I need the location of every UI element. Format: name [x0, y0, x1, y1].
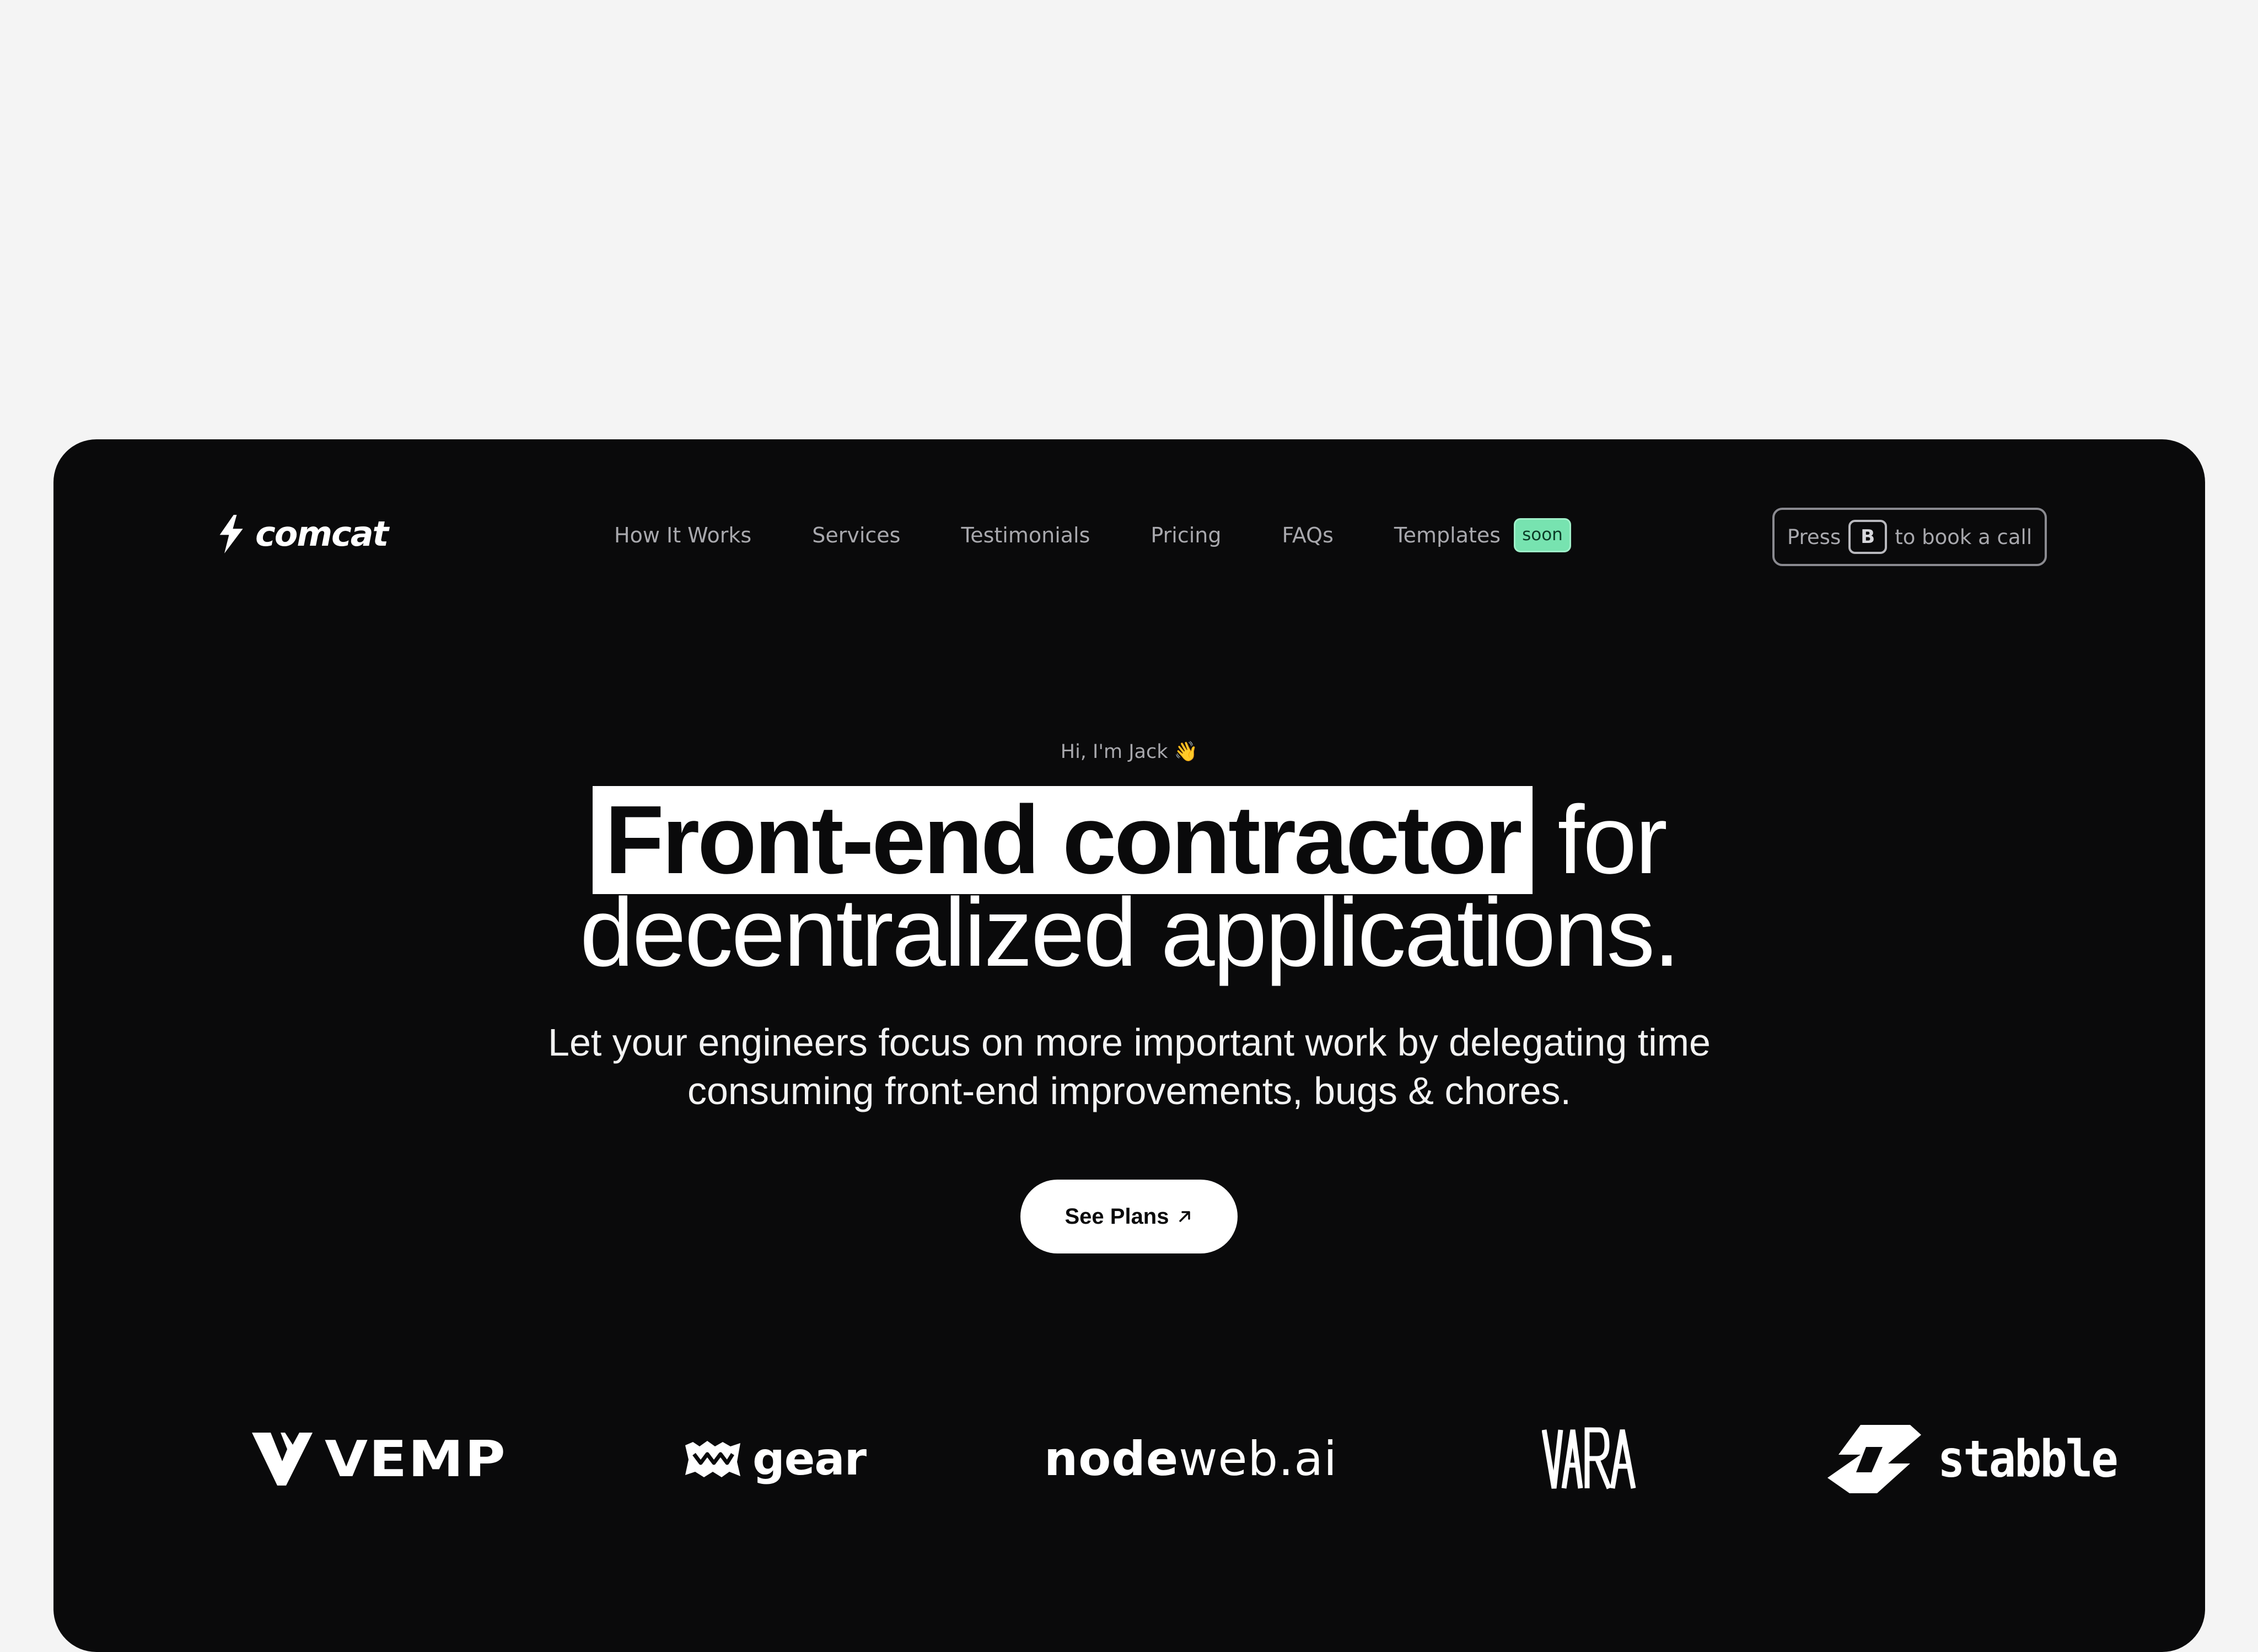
vemp-mark-icon [252, 1433, 313, 1486]
arrow-up-right-icon [1179, 1211, 1190, 1222]
vara-logo [1542, 1415, 1637, 1503]
headline-highlight: Front-end contractor [593, 786, 1533, 894]
vemp-wordmark: VEMP [325, 1430, 507, 1488]
nav-link-faqs[interactable]: FAQs [1282, 525, 1333, 546]
nav-link-templates[interactable]: Templates [1394, 525, 1501, 546]
stabble-mark-icon [1827, 1425, 1921, 1493]
nav-item-templates[interactable]: Templates soon [1394, 518, 1571, 552]
gear-mark-icon [685, 1441, 740, 1477]
gear-wordmark: gear [752, 1433, 867, 1486]
nav-link-services[interactable]: Services [812, 525, 900, 546]
vemp-logo: VEMP [252, 1415, 506, 1503]
nav-link-pricing[interactable]: Pricing [1150, 525, 1221, 546]
soon-badge: soon [1514, 518, 1571, 552]
brand-logo-link[interactable]: comcat [217, 512, 389, 556]
main-nav: How It Works Services Testimonials Prici… [614, 518, 1571, 552]
nodeweb-logo: nodeweb.ai [1044, 1415, 1337, 1503]
see-plans-label: See Plans [1065, 1204, 1169, 1229]
stabble-logo: stabble [1827, 1415, 2119, 1503]
headline-line2: decentralized applications. [579, 879, 1680, 987]
gear-logo: gear [683, 1415, 867, 1503]
hero-headline: Front-end contractor for decentralized a… [53, 786, 2205, 981]
hero-subheadline: Let your engineers focus on more importa… [53, 1018, 2205, 1115]
brand-name: comcat [255, 514, 389, 554]
stabble-wordmark: stabble [1938, 1429, 2119, 1489]
headline-rest-line1: for [1532, 786, 1667, 894]
see-plans-button[interactable]: See Plans [1020, 1180, 1238, 1253]
nodeweb-wordmark: nodeweb.ai [1044, 1432, 1337, 1487]
book-call-suffix: to book a call [1895, 525, 2033, 549]
book-call-prefix: Press [1787, 525, 1841, 549]
nav-link-how-it-works[interactable]: How It Works [614, 525, 751, 546]
keyboard-key-b: B [1848, 520, 1888, 554]
lightning-bolt-icon [219, 515, 243, 553]
hero-panel: comcat How It Works Services Testimonial… [53, 439, 2205, 1652]
client-logos: VEMP gear nodeweb.ai stabble [53, 1415, 2205, 1503]
nav-link-testimonials[interactable]: Testimonials [961, 525, 1090, 546]
subhead-line1: Let your engineers focus on more importa… [548, 1021, 1711, 1064]
vara-wordmark-graphic [1542, 1427, 1636, 1489]
subhead-line2: consuming front-end improvements, bugs &… [687, 1069, 1571, 1112]
hero-greeting: Hi, I'm Jack 👋 [1060, 741, 1198, 763]
book-call-button[interactable]: Press B to book a call [1772, 508, 2047, 566]
